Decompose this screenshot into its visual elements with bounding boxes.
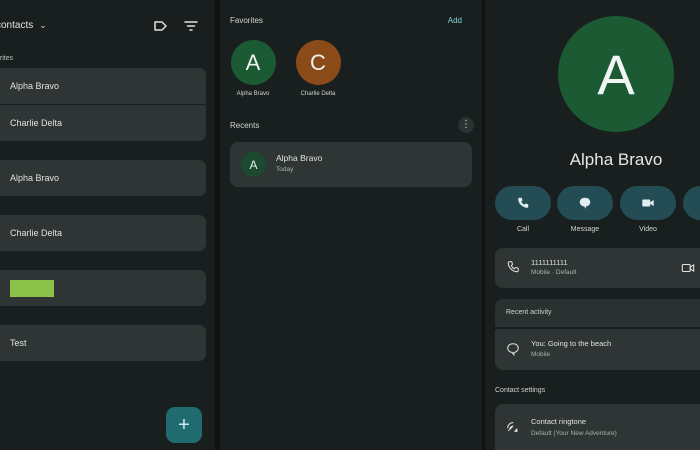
avatar-initial: C [310,49,326,75]
recent-activity-item[interactable]: You: Going to the beach Mobile [495,329,700,370]
favorite-name: Alpha Bravo [236,91,270,97]
add-favorite-button[interactable]: Add [448,16,462,25]
video-pill [620,186,676,220]
redacted-green-block [10,279,54,297]
more-action-icon [683,186,700,220]
contact-row[interactable]: Alpha Bravo [0,160,206,196]
chat-bubble-icon [507,343,519,356]
video-button[interactable]: Video [620,186,676,233]
phone-icon [518,197,529,208]
recent-activity-message: You: Going to the beach [531,339,612,348]
add-contact-fab[interactable]: + [166,407,202,443]
contact-settings-title: Contact settings [495,387,546,394]
recent-activity-header: Recent activity [495,299,700,327]
recent-activity-detail: Mobile [531,351,551,358]
favorite-tile[interactable]: C Charlie Delta [288,40,348,97]
avatar: A [230,40,276,85]
contact-row[interactable] [0,270,206,306]
favorite-row-name: Charlie Delta [10,118,63,128]
favorite-row-name: Alpha Bravo [10,81,60,91]
avatar-initial: A [597,42,635,106]
videocam-icon[interactable] [681,261,695,275]
avatar: C [295,40,341,85]
chat-bubble-icon [579,197,591,209]
video-label: Video [639,226,657,233]
phone-detail: Mobile · Default [531,269,577,276]
phone-number: 1111111111 [531,258,568,267]
favorites-title: Favorites [230,16,263,25]
more-action-button[interactable] [683,186,700,220]
account-selector[interactable]: contacts ⌄ [0,20,47,31]
avatar: A [241,152,266,177]
contact-row[interactable]: Test [0,325,206,361]
filter-icon[interactable] [183,18,199,34]
recent-time: Today [276,166,294,173]
contact-name: Alpha Bravo [569,150,663,169]
favorite-row[interactable]: Alpha Bravo [0,68,206,104]
contact-row-name: Test [10,338,27,348]
contacts-list-screen: contacts ⌄ orites Alpha Bravo Charlie De… [0,0,215,450]
more-vert-icon[interactable]: ⋮ [458,117,474,133]
favorites-screen: Favorites Add A Alpha Bravo C Charlie De… [220,0,482,450]
contact-row[interactable]: Charlie Delta [0,215,206,251]
phone-icon [507,261,519,273]
chevron-down-icon: ⌄ [39,20,47,30]
contact-row-name: Alpha Bravo [10,173,60,183]
ringtone-value: Default (Your New Adventure) [531,430,617,437]
contact-row-name: Charlie Delta [10,228,63,238]
favorites-section-label: orites [0,55,14,62]
favorite-name: Charlie Delta [300,91,336,97]
avatar-initial: A [249,157,258,172]
account-label: contacts [0,20,34,31]
contacts-top-bar: contacts ⌄ [0,16,215,38]
message-label: Message [570,226,600,233]
message-pill [557,186,613,220]
plus-icon: + [178,414,190,436]
favorite-tile[interactable]: A Alpha Bravo [223,40,283,97]
avatar-initial: A [245,49,261,75]
recent-name: Alpha Bravo [276,153,323,163]
recents-title: Recents [230,121,260,130]
call-button[interactable]: Call [495,186,551,233]
call-label: Call [516,226,530,233]
ringtone-title: Contact ringtone [531,417,587,426]
recent-call-item[interactable]: A Alpha Bravo Today [230,142,472,187]
contact-ringtone-row[interactable]: Contact ringtone Default (Your New Adven… [495,404,700,450]
phone-number-row[interactable]: 1111111111 Mobile · Default [495,248,700,288]
call-pill [495,186,551,220]
contact-detail-screen: A Alpha Bravo Call Message Video 1111111… [485,0,700,450]
ringtone-icon [507,422,518,433]
avatar: A [558,16,674,132]
favorite-row[interactable]: Charlie Delta [0,105,206,141]
message-button[interactable]: Message [557,186,613,233]
recent-activity-title: Recent activity [506,309,552,316]
label-icon[interactable] [152,18,168,34]
videocam-icon [642,199,654,207]
